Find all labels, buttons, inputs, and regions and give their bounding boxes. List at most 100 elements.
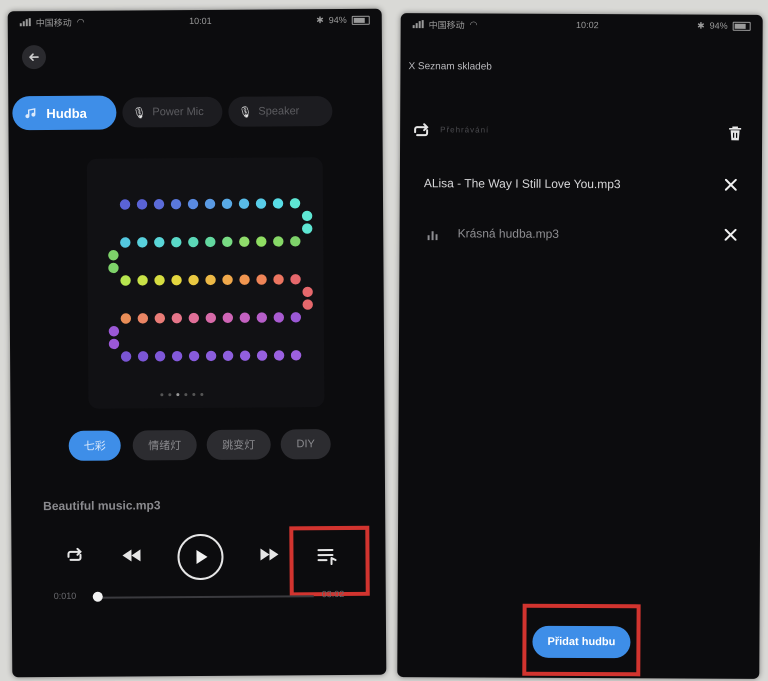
bluetooth-icon: ✱ <box>697 20 705 31</box>
back-button[interactable] <box>21 45 47 70</box>
current-track-name: Beautiful music.mp3 <box>43 498 161 514</box>
trash-icon <box>729 126 742 141</box>
led-dot <box>222 236 233 247</box>
bluetooth-icon: ✱ <box>316 14 324 25</box>
playlist-button-highlight <box>289 525 370 597</box>
led-dot <box>171 312 183 324</box>
progress-bar[interactable]: 0:010 03:02 <box>12 587 386 610</box>
total-time: 03:02 <box>321 588 345 600</box>
tab-power-mic-label: Power Mic <box>152 105 204 119</box>
led-dot <box>137 351 149 362</box>
microphone-icon: 🎙 <box>132 106 147 119</box>
led-dot <box>205 236 216 248</box>
microphone-icon: 🎙 <box>238 106 253 119</box>
playlist-item[interactable]: ALisa - The Way I Still Love You.mp3 <box>400 169 762 201</box>
music-note-icon <box>25 108 36 119</box>
status-bar: 中国移动 ◠ 10:01 ✱ 94% <box>8 9 382 34</box>
led-dot <box>205 350 217 362</box>
led-dot <box>187 198 199 210</box>
now-playing-bars-icon <box>427 231 438 241</box>
led-dot <box>170 198 182 210</box>
led-dot <box>273 312 285 323</box>
clock: 10:01 <box>189 15 212 27</box>
status-bar: 中国移动 ◠ 10:02 ✱ 94% <box>401 13 763 37</box>
led-dot <box>301 210 313 222</box>
loop-button[interactable] <box>61 543 87 569</box>
led-dot <box>120 351 132 362</box>
effect-diy-button[interactable]: DIY <box>280 429 331 460</box>
wifi-icon: ◠ <box>469 18 478 29</box>
pattern-page-indicator <box>160 392 204 397</box>
tab-power-mic[interactable]: 🎙 Power Mic <box>122 96 223 128</box>
tab-music[interactable]: Hudba <box>12 95 117 131</box>
remove-song-button[interactable] <box>722 226 740 244</box>
loop-icon <box>67 547 82 561</box>
led-dot <box>205 274 216 286</box>
led-dot <box>222 312 234 323</box>
tab-speaker-label: Speaker <box>258 105 300 118</box>
loop-mode-button[interactable] <box>410 121 432 141</box>
led-dot <box>188 312 200 324</box>
progress-track[interactable] <box>95 595 314 599</box>
loop-mode-label: Přehrávání <box>440 125 490 135</box>
led-dot <box>222 350 234 361</box>
led-dot <box>239 274 250 285</box>
playback-controls <box>11 525 385 597</box>
led-dot <box>154 351 166 362</box>
battery-percent: 94% <box>709 20 728 31</box>
playlist-item[interactable]: Krásná hudba.mp3 <box>400 219 762 251</box>
remove-song-button[interactable] <box>722 176 740 194</box>
led-dot <box>290 350 302 361</box>
led-dot <box>137 275 148 286</box>
progress-thumb[interactable] <box>92 591 103 602</box>
led-dot <box>256 312 268 323</box>
led-dot <box>108 338 120 350</box>
led-dot <box>137 237 148 248</box>
tab-speaker[interactable]: 🎙 Speaker <box>228 96 333 127</box>
close-icon <box>724 178 737 191</box>
led-dot <box>171 236 182 248</box>
battery-icon <box>732 21 751 31</box>
led-dot <box>136 199 148 210</box>
clear-playlist-button[interactable] <box>724 123 746 145</box>
led-dot <box>273 236 284 247</box>
playlist-title[interactable]: X Seznam skladeb <box>408 61 491 72</box>
led-dot <box>238 198 250 209</box>
led-dot <box>256 350 268 361</box>
led-dot <box>188 236 199 248</box>
page-dot <box>168 393 172 397</box>
led-dot <box>290 312 302 323</box>
led-dot <box>272 198 284 209</box>
signal-icon <box>19 18 31 27</box>
clock: 10:02 <box>576 19 599 31</box>
playlist-header: Přehrávání <box>400 117 762 149</box>
led-dot <box>171 274 182 286</box>
led-dot <box>137 313 149 324</box>
play-button[interactable] <box>177 533 224 581</box>
led-dot <box>153 199 165 210</box>
led-dot <box>290 274 301 285</box>
close-icon <box>724 228 737 241</box>
led-dot <box>154 275 165 286</box>
carrier-label: 中国移动 <box>35 17 72 28</box>
effect-jump-button[interactable]: 跳变灯 <box>206 429 271 460</box>
led-dot <box>302 299 313 310</box>
effect-rainbow-button[interactable]: 七彩 <box>68 430 121 461</box>
battery-icon <box>351 15 370 25</box>
led-dot <box>188 350 200 362</box>
led-dot <box>302 223 313 234</box>
play-icon <box>196 550 208 565</box>
led-dot <box>273 350 285 361</box>
led-dot <box>120 237 131 248</box>
add-music-highlight <box>522 603 641 677</box>
previous-button[interactable] <box>117 542 145 568</box>
song-title: Krásná hudba.mp3 <box>457 226 560 241</box>
led-pattern-preview <box>86 157 325 409</box>
led-dot <box>273 274 284 285</box>
next-button[interactable] <box>255 541 283 567</box>
mode-tabs: Hudba 🎙 Power Mic 🎙 Speaker <box>12 94 342 132</box>
led-dot <box>108 262 119 274</box>
led-dot <box>120 313 132 324</box>
effect-mood-button[interactable]: 情绪灯 <box>132 430 197 461</box>
led-dot <box>154 313 166 324</box>
